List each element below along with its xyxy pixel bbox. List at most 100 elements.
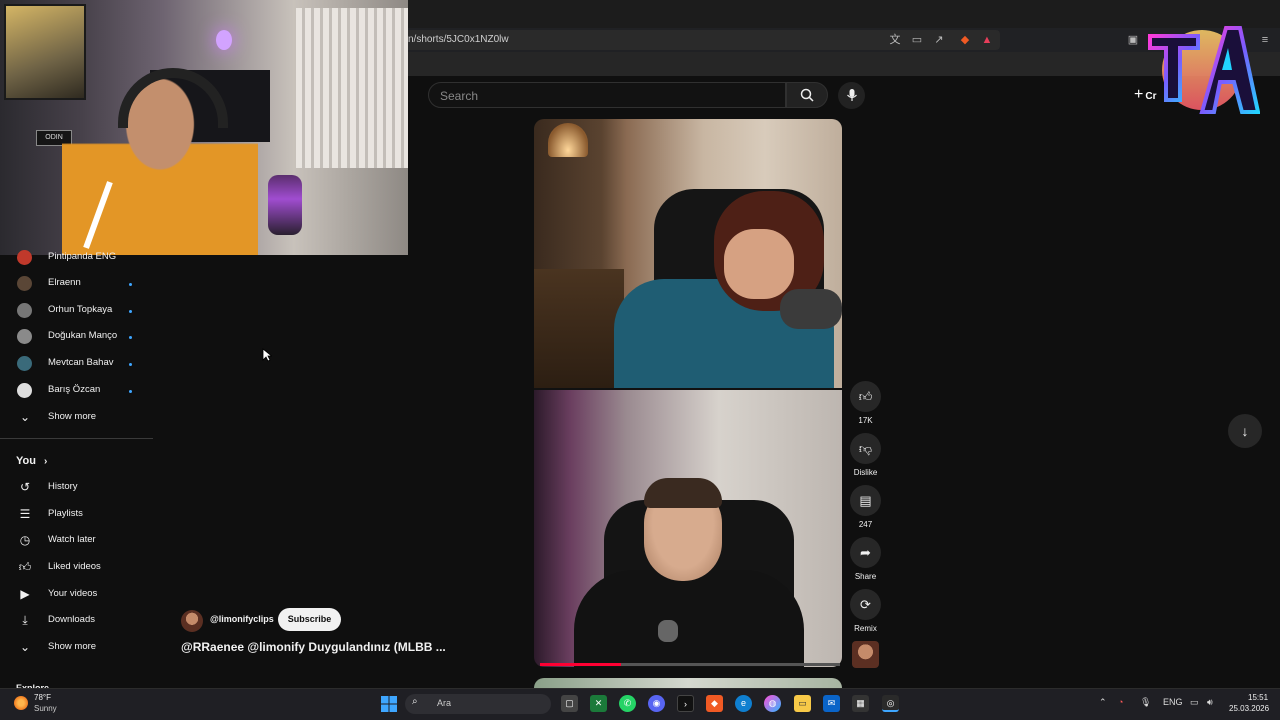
dislike-button[interactable]: 👎︎ (850, 433, 881, 464)
sidebar-item-subscription[interactable]: Elraenn (0, 271, 153, 297)
like-button[interactable]: 👍︎ (850, 381, 881, 412)
sidebar-item-label: Mevtcan Bahav (48, 357, 114, 368)
share-label: Share (854, 572, 877, 581)
share-button[interactable]: ➦ (850, 537, 881, 568)
video-person-hand (724, 229, 794, 299)
microphone-icon (846, 89, 857, 101)
neon-lamp (216, 30, 232, 50)
wall-poster (4, 4, 86, 100)
xbox-icon[interactable]: ✕ (590, 695, 607, 712)
microphone-tray-icon[interactable]: 🎙︎ (1140, 697, 1151, 708)
clock-time[interactable]: 15:51 (1248, 693, 1268, 702)
discord-icon[interactable]: ◉ (648, 695, 665, 712)
chevron-right-icon: › (43, 456, 48, 467)
new-content-dot (129, 336, 132, 339)
your-videos-icon: ▶ (20, 587, 30, 601)
comment-count: 247 (858, 520, 873, 529)
mouse-cursor-icon (262, 348, 272, 362)
whatsapp-icon[interactable]: ✆ (619, 695, 636, 712)
sound-thumbnail[interactable] (852, 641, 879, 668)
window-blinds (296, 8, 408, 168)
avatar (17, 303, 32, 318)
show-hidden-icons[interactable]: ⌃ (1099, 697, 1107, 708)
search-icon: ⌕ (412, 696, 418, 707)
subscribe-button[interactable]: Subscribe (278, 608, 341, 631)
like-count: 17K (858, 416, 873, 425)
thumbs-up-icon: 👍︎ (858, 389, 873, 404)
weather-temperature[interactable]: 78°F (34, 693, 51, 702)
brave-rewards-icon[interactable]: ▲ (980, 33, 994, 47)
channel-name[interactable]: @limonifyclips (210, 614, 274, 624)
copilot-icon[interactable]: ◍ (764, 695, 781, 712)
speaker-icon[interactable]: 🔊︎ (1207, 697, 1213, 708)
search-input[interactable]: Search (428, 82, 786, 108)
sidebar-item-label: Barış Özcan (48, 384, 101, 395)
streamer-microphone (268, 175, 302, 235)
remix-button[interactable]: ⟳ (850, 589, 881, 620)
short-video-player[interactable] (534, 119, 842, 667)
sidebar-toggle-icon[interactable]: ▣ (1126, 33, 1140, 47)
sidebar-item-history[interactable]: ↺ History (0, 474, 153, 500)
avatar (17, 329, 32, 344)
search-icon (800, 88, 814, 102)
share-arrow-icon: ➦ (860, 545, 871, 560)
weather-sun-icon[interactable] (14, 696, 28, 710)
translate-icon[interactable]: 文 (888, 33, 902, 47)
video-desk (534, 269, 624, 389)
show-more-you[interactable]: ⌄ Show more (0, 634, 153, 660)
windows-start-icon[interactable] (381, 696, 397, 712)
you-heading[interactable]: You › (16, 455, 47, 467)
sidebar-item-subscription[interactable]: Pintipanda ENG (0, 245, 153, 271)
brave-shield-icon[interactable]: ◆ (958, 33, 972, 47)
store-icon[interactable]: ▦ (852, 695, 869, 712)
weather-description[interactable]: Sunny (34, 704, 57, 713)
sidebar-item-subscription[interactable]: Barış Özcan (0, 378, 153, 404)
sidebar-item-subscription[interactable]: Mevtcan Bahav (0, 351, 153, 377)
liked-videos-icon: 👍︎ (18, 560, 32, 574)
history-icon: ↺ (19, 480, 31, 494)
edge-icon[interactable]: e (735, 695, 752, 712)
show-more-subscriptions[interactable]: ⌄ Show more (0, 404, 153, 430)
sidebar-item-subscription[interactable]: Orhun Topkaya (0, 298, 153, 324)
divider (0, 438, 153, 439)
channel-logo (1148, 26, 1260, 114)
sidebar-item-your-videos[interactable]: ▶ Your videos (0, 581, 153, 607)
task-view-icon[interactable]: ▢ (561, 695, 578, 712)
dislike-label: Dislike (853, 468, 878, 477)
sidebar-item-liked-videos[interactable]: 👍︎ Liked videos (0, 554, 153, 580)
browser-menu-icon[interactable]: ≡ (1258, 33, 1272, 47)
new-content-dot (129, 363, 132, 366)
sidebar-item-downloads[interactable]: ⤓ Downloads (0, 607, 153, 633)
next-short-button[interactable]: ↓ (1228, 414, 1262, 448)
video-person-hair (644, 478, 722, 508)
outlook-icon[interactable]: ✉ (823, 695, 840, 712)
tray-app-icon[interactable]: ◔ (1118, 697, 1123, 707)
search-button[interactable] (786, 82, 828, 108)
avatar (17, 383, 32, 398)
terminal-icon[interactable]: › (677, 695, 694, 712)
windows-taskbar (0, 688, 1280, 720)
sidebar-item-watch-later[interactable]: ◷ Watch later (0, 527, 153, 553)
sidebar-item-subscription[interactable]: Doğukan Manço (0, 324, 153, 350)
remix-label: Remix (854, 624, 877, 633)
playlists-icon: ☰ (19, 507, 31, 521)
display-icon[interactable]: ▭ (1190, 697, 1199, 708)
short-title[interactable]: @RRaenee @limonify Duygulandınız (MLBB .… (181, 640, 446, 654)
sidebar-item-playlists[interactable]: ☰ Playlists (0, 501, 153, 527)
comments-button[interactable]: ▤ (850, 485, 881, 516)
channel-avatar[interactable] (181, 610, 203, 632)
video-person-body (574, 570, 804, 667)
voice-search-button[interactable] (838, 82, 865, 109)
sidebar-item-label: Elraenn (48, 277, 81, 288)
input-language[interactable]: ENG (1163, 697, 1183, 707)
taskbar-search[interactable]: Ara (405, 694, 551, 714)
brave-icon[interactable]: ◆ (706, 695, 723, 712)
file-explorer-icon[interactable]: ▭ (794, 695, 811, 712)
sidebar-item-label: Pintipanda ENG (48, 251, 117, 262)
clock-date[interactable]: 25.03.2026 (1229, 704, 1269, 713)
cast-icon[interactable]: ▭ (910, 33, 924, 47)
new-content-dot (129, 283, 132, 286)
share-icon[interactable]: ↗ (932, 33, 946, 47)
chevron-down-icon: ⌄ (19, 640, 31, 654)
obs-icon[interactable]: ◎ (882, 695, 899, 712)
